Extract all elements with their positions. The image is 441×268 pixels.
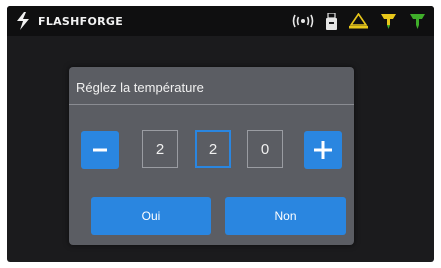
brand-name: FLASHFORGE (38, 14, 124, 28)
extruder-left-icon (381, 13, 396, 29)
status-icons (292, 12, 426, 30)
usb-icon (326, 12, 337, 30)
plus-icon (314, 141, 332, 159)
printer-screen: FLASHFORGE Réglez la température 2 2 0 O… (7, 6, 434, 262)
increment-button[interactable] (304, 131, 342, 169)
extruder-right-icon (410, 13, 425, 29)
digit-tens[interactable]: 2 (195, 130, 231, 168)
top-bar: FLASHFORGE (7, 6, 434, 36)
dialog-divider (69, 104, 354, 105)
digit-hundreds[interactable]: 2 (142, 130, 178, 168)
digit-ones[interactable]: 0 (247, 130, 283, 168)
minus-icon (93, 148, 107, 152)
confirm-button[interactable]: Oui (91, 197, 211, 235)
cancel-button[interactable]: Non (225, 197, 346, 235)
brand: FLASHFORGE (15, 11, 123, 31)
decrement-button[interactable] (81, 131, 119, 169)
dialog-title: Réglez la température (76, 80, 204, 95)
temperature-dialog: Réglez la température 2 2 0 Oui Non (69, 67, 354, 245)
flashforge-logo-icon (17, 12, 29, 30)
wifi-icon (292, 14, 314, 28)
heated-bed-icon (349, 13, 368, 29)
